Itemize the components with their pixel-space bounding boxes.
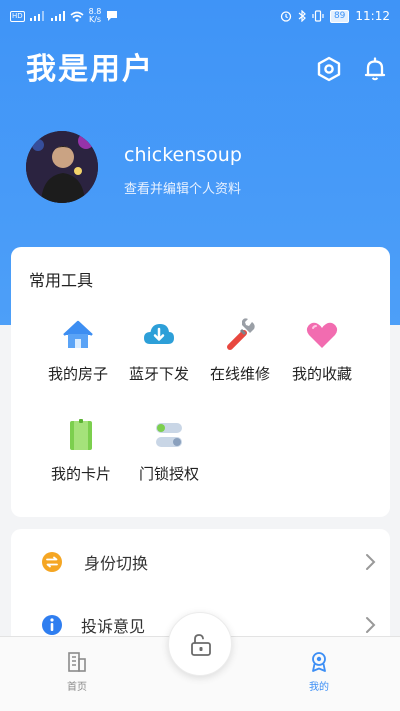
menu-item-label: 身份切换: [84, 554, 149, 573]
battery-indicator: 89: [329, 9, 350, 23]
vibrate-icon: [312, 10, 324, 22]
clock: 11:12: [355, 9, 390, 23]
tools-title: 常用工具: [29, 271, 94, 290]
unlock-button[interactable]: [168, 612, 232, 676]
network-badge: HD: [10, 10, 25, 22]
tab-home[interactable]: 首页: [47, 651, 107, 693]
swap-icon: [42, 552, 62, 572]
cloud-download-icon: [144, 324, 174, 344]
alarm-icon: [280, 11, 292, 22]
toggle-icon: [156, 423, 182, 447]
tool-lock-authorization[interactable]: 门锁授权: [129, 417, 209, 484]
username[interactable]: chickensoup: [124, 144, 242, 166]
avatar[interactable]: [26, 131, 98, 203]
wifi-icon: [70, 11, 84, 22]
bell-icon[interactable]: [362, 56, 388, 82]
page-title: 我是用户: [26, 52, 154, 87]
chevron-right-icon: [366, 554, 376, 570]
tool-my-house[interactable]: 我的房子: [38, 317, 118, 384]
user-badge-icon: [312, 652, 326, 672]
menu-item-identity-switch[interactable]: 身份切换: [11, 532, 390, 592]
wrench-icon: [227, 318, 255, 350]
card-icon: [70, 419, 92, 450]
message-icon: [107, 11, 118, 21]
tool-my-favorites[interactable]: 我的收藏: [282, 317, 362, 384]
common-tools-card: 常用工具 我的房子 蓝牙下发 在线维修 我的收藏 我的卡片 门锁授权: [11, 247, 390, 517]
tool-my-card[interactable]: 我的卡片: [41, 417, 121, 484]
info-icon: [42, 615, 62, 635]
menu-item-label: 投诉意见: [81, 617, 146, 636]
tool-bluetooth-issue[interactable]: 蓝牙下发: [119, 317, 199, 384]
bluetooth-icon: [298, 10, 306, 22]
settings-hex-icon[interactable]: [316, 56, 342, 82]
tab-mine[interactable]: 我的: [289, 651, 349, 693]
status-bar: HD 8.8 K/s 89 11:12: [0, 0, 400, 32]
avatar-photo: [26, 131, 98, 203]
house-icon: [63, 320, 93, 348]
building-icon: [68, 652, 86, 672]
unlock-icon: [191, 634, 211, 656]
tool-online-repair[interactable]: 在线维修: [200, 317, 280, 384]
signal-icon: [29, 11, 44, 21]
heart-icon: [306, 322, 338, 348]
chevron-right-icon: [366, 617, 376, 633]
edit-profile-link[interactable]: 查看并编辑个人资料: [124, 178, 241, 197]
network-speed: 8.8 K/s: [88, 7, 102, 24]
signal-4g-icon: [50, 11, 65, 21]
